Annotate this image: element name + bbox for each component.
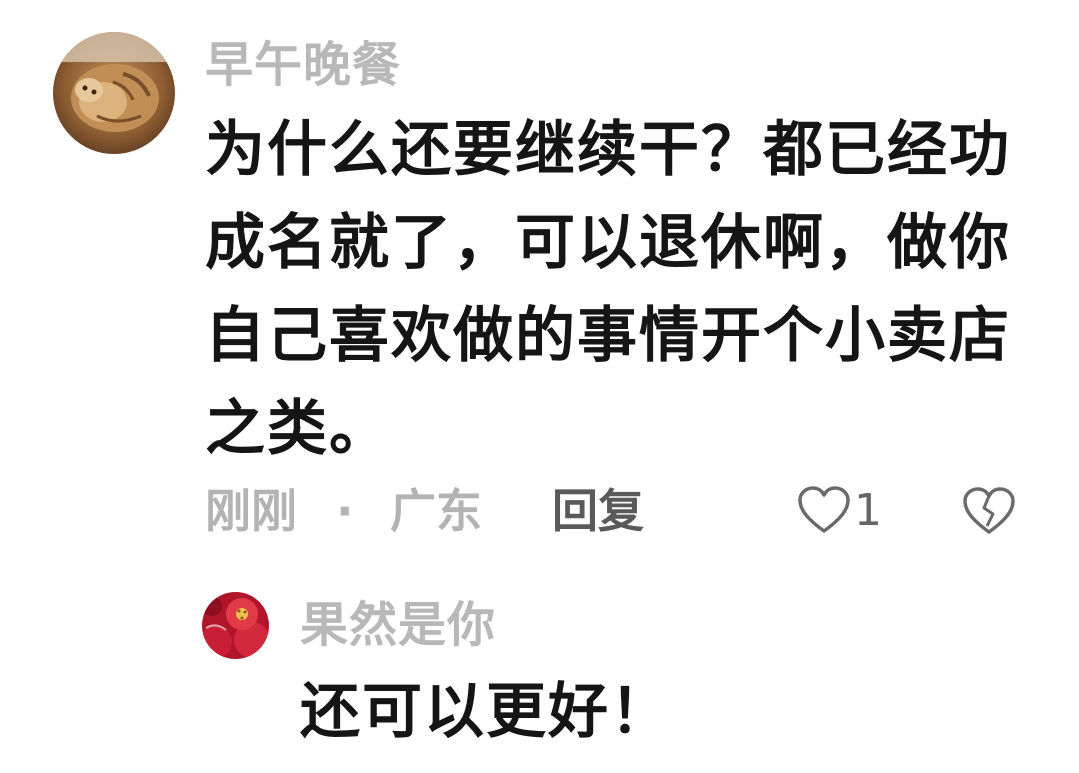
comment-location: 广东 xyxy=(390,484,482,538)
comment-text: 为什么还要继续干？都已经功成名就了，可以退休啊，做你自己喜欢做的事情开个小卖店之… xyxy=(205,115,1011,464)
reply-avatar[interactable] xyxy=(202,592,269,659)
red-flower-avatar-icon xyxy=(202,592,269,659)
like-button[interactable]: 1 xyxy=(796,480,882,540)
comment-item: 早午晚餐 为什么还要继续干？都已经功成名就了，可以退休啊，做你自己喜欢做的事情开… xyxy=(0,0,1079,560)
like-count: 1 xyxy=(854,484,882,536)
reply-item: 果然是你 还可以更好！ xyxy=(0,580,1079,773)
reply-username[interactable]: 果然是你 xyxy=(300,594,496,656)
comment-username[interactable]: 早午晚餐 xyxy=(205,34,401,96)
dislike-button[interactable] xyxy=(962,486,1016,536)
reply-text: 还可以更好！ xyxy=(300,677,672,747)
comment-time: 刚刚 xyxy=(205,484,297,538)
broken-heart-icon xyxy=(963,487,1015,534)
cat-avatar-icon xyxy=(53,32,175,154)
reply-button[interactable]: 回复 xyxy=(552,482,644,540)
user-avatar[interactable] xyxy=(53,32,175,154)
meta-separator: · xyxy=(336,484,354,538)
reply-meta-clipped xyxy=(300,762,760,773)
heart-icon xyxy=(798,486,850,533)
